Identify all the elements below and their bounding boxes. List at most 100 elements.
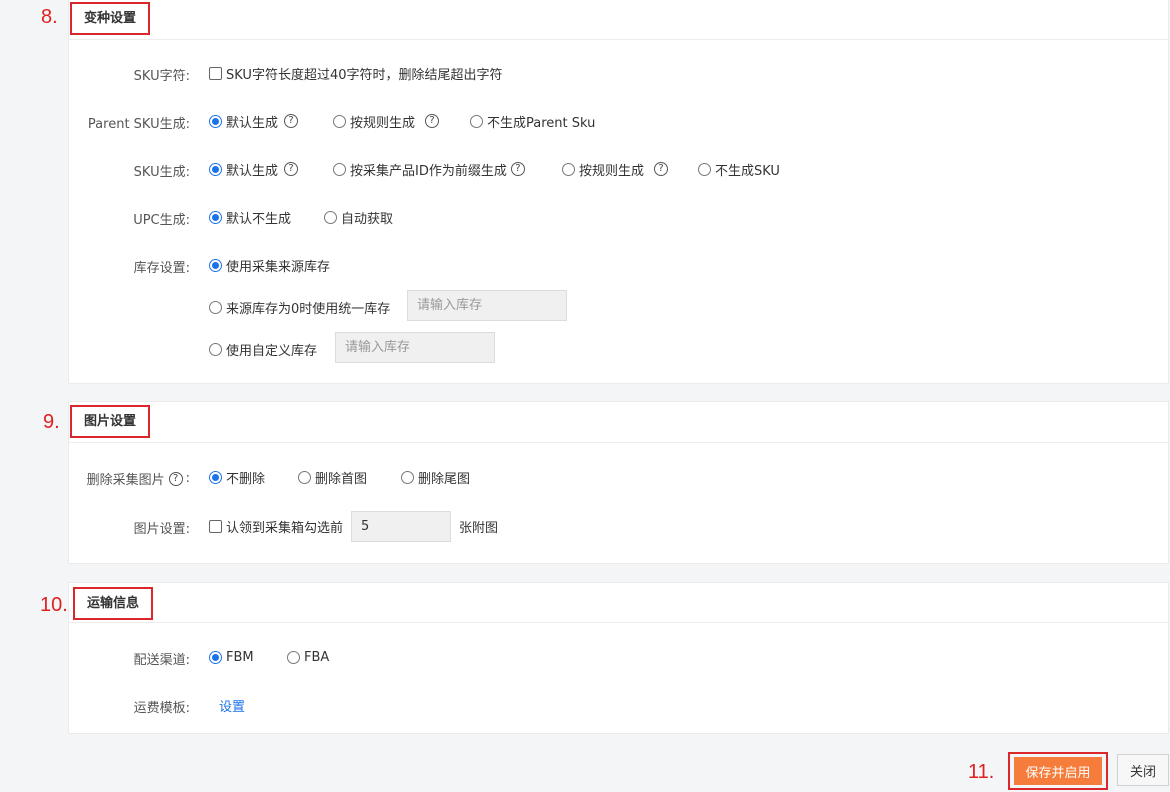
sku-chars-label: SKU字符: bbox=[133, 69, 190, 84]
variant-settings-header: 变种设置 bbox=[69, 0, 1168, 40]
upc-label: UPC生成: bbox=[133, 213, 190, 228]
radio-icon bbox=[287, 650, 300, 664]
image-setting-option-label: 认领到采集箱勾选前 bbox=[226, 520, 344, 536]
radio-checked-icon bbox=[209, 114, 222, 128]
checkbox-icon bbox=[209, 519, 222, 533]
image-setting-suffix: 张附图 bbox=[459, 520, 499, 536]
sku-gen-radio-prefix[interactable]: 按采集产品ID作为前缀生成 ? bbox=[333, 159, 525, 179]
parent-sku-radio-rule[interactable]: 按规则生成 ? bbox=[333, 111, 440, 131]
delete-image-label-group: 删除采集图片 ? : bbox=[87, 469, 190, 488]
parent-sku-radio-none[interactable]: 不生成Parent Sku bbox=[470, 111, 595, 131]
shipping-panel: 运输信息 配送渠道: FBM FBA 运费模板: 设置 bbox=[68, 582, 1169, 734]
radio-icon bbox=[209, 342, 222, 356]
parent-sku-row: Parent SKU生成: 默认生成 ? 按规则生成 ? 不生成Parent S… bbox=[69, 111, 1168, 132]
freight-template-settings-link[interactable]: 设置 bbox=[219, 695, 245, 715]
step-number-9: 9. bbox=[43, 411, 60, 433]
channel-option-label: FBM bbox=[226, 649, 254, 665]
delivery-channel-label: 配送渠道: bbox=[133, 653, 190, 668]
parent-sku-radio-default[interactable]: 默认生成 ? bbox=[209, 111, 299, 131]
radio-checked-icon bbox=[209, 650, 222, 664]
help-icon[interactable]: ? bbox=[654, 162, 669, 176]
stock-radio-custom[interactable]: 使用自定义库存 bbox=[209, 339, 317, 359]
stock-label: 库存设置: bbox=[133, 261, 190, 276]
shipping-title: 运输信息 bbox=[73, 587, 154, 620]
variant-settings-panel: 变种设置 SKU字符: SKU字符长度超过40字符时，删除结尾超出字符 Pare… bbox=[68, 0, 1169, 384]
parent-sku-label: Parent SKU生成: bbox=[87, 117, 190, 132]
help-icon[interactable]: ? bbox=[284, 162, 299, 176]
shipping-header: 运输信息 bbox=[69, 583, 1168, 623]
sku-gen-radio-rule[interactable]: 按规则生成 ? bbox=[562, 159, 669, 179]
radio-icon bbox=[298, 470, 311, 484]
radio-checked-icon bbox=[209, 470, 222, 484]
parent-sku-option-label: 不生成Parent Sku bbox=[487, 115, 596, 131]
channel-radio-fba[interactable]: FBA bbox=[287, 647, 329, 667]
sku-gen-radio-none[interactable]: 不生成SKU bbox=[698, 159, 780, 179]
radio-icon bbox=[333, 114, 346, 128]
sku-chars-option-label: SKU字符长度超过40字符时，删除结尾超出字符 bbox=[226, 67, 503, 83]
help-icon[interactable]: ? bbox=[425, 114, 440, 128]
channel-option-label: FBA bbox=[304, 649, 330, 665]
custom-stock-input[interactable]: 请输入库存 bbox=[335, 332, 495, 363]
upc-radio-auto[interactable]: 自动获取 bbox=[324, 207, 393, 227]
stock-option-label: 使用采集来源库存 bbox=[226, 259, 331, 275]
stock-radio-unified[interactable]: 来源库存为0时使用统一库存 bbox=[209, 297, 390, 317]
stock-option-label: 使用自定义库存 bbox=[226, 343, 318, 359]
delivery-channel-row: 配送渠道: FBM FBA bbox=[69, 647, 1168, 669]
image-settings-title: 图片设置 bbox=[70, 405, 151, 438]
image-setting-checkbox[interactable]: 认领到采集箱勾选前 bbox=[209, 516, 343, 536]
variant-settings-title: 变种设置 bbox=[70, 2, 151, 35]
radio-checked-icon bbox=[209, 258, 222, 272]
stock-row: 库存设置: 使用采集来源库存 bbox=[69, 255, 1168, 276]
sku-gen-row: SKU生成: 默认生成 ? 按采集产品ID作为前缀生成 ? 按规则生成 ? 不生… bbox=[69, 159, 1168, 180]
image-setting-label: 图片设置: bbox=[133, 522, 190, 537]
radio-icon bbox=[324, 210, 337, 224]
image-settings-header: 图片设置 bbox=[69, 402, 1168, 443]
radio-icon bbox=[333, 162, 346, 176]
upc-radio-none[interactable]: 默认不生成 bbox=[209, 207, 291, 227]
delete-image-option-label: 不删除 bbox=[226, 471, 266, 487]
sku-gen-label: SKU生成: bbox=[133, 165, 190, 180]
step-number-8: 8. bbox=[41, 6, 58, 28]
step-number-10: 10. bbox=[40, 594, 68, 616]
save-and-enable-button[interactable]: 保存并启用 bbox=[1014, 757, 1102, 785]
stock-radio-source[interactable]: 使用采集来源库存 bbox=[209, 255, 330, 275]
delete-image-radio-none[interactable]: 不删除 bbox=[209, 467, 265, 487]
image-settings-panel: 图片设置 删除采集图片 ? : 不删除 删除首图 删除尾图 图片设置: 认领到采… bbox=[68, 401, 1169, 564]
radio-icon bbox=[470, 114, 483, 128]
delete-image-radio-last[interactable]: 删除尾图 bbox=[401, 467, 470, 487]
parent-sku-option-label: 默认生成 bbox=[226, 115, 279, 131]
attached-image-count-input[interactable]: 5 bbox=[351, 511, 451, 542]
freight-template-label: 运费模板: bbox=[133, 701, 190, 716]
delete-image-label: 删除采集图片 bbox=[86, 473, 165, 488]
image-setting-row: 图片设置: 认领到采集箱勾选前 张附图 bbox=[69, 516, 1168, 537]
stock-row-custom: 使用自定义库存 bbox=[69, 339, 1168, 359]
radio-icon bbox=[401, 470, 414, 484]
upc-option-label: 默认不生成 bbox=[226, 211, 292, 227]
sku-gen-option-label: 不生成SKU bbox=[715, 163, 780, 179]
delete-image-radio-first[interactable]: 删除首图 bbox=[298, 467, 367, 487]
delete-image-row: 删除采集图片 ? : 不删除 删除首图 删除尾图 bbox=[69, 467, 1168, 488]
radio-icon bbox=[698, 162, 711, 176]
sku-chars-row: SKU字符: SKU字符长度超过40字符时，删除结尾超出字符 bbox=[69, 63, 1168, 84]
delete-image-option-label: 删除首图 bbox=[315, 471, 368, 487]
stock-row-unified: 来源库存为0时使用统一库存 bbox=[69, 297, 1168, 317]
upc-row: UPC生成: 默认不生成 自动获取 bbox=[69, 207, 1168, 228]
sku-gen-option-label: 按采集产品ID作为前缀生成 bbox=[350, 163, 507, 179]
checkbox-icon bbox=[209, 66, 222, 80]
sku-gen-radio-default[interactable]: 默认生成 ? bbox=[209, 159, 299, 179]
upc-option-label: 自动获取 bbox=[341, 211, 394, 227]
help-icon[interactable]: ? bbox=[284, 114, 299, 128]
channel-radio-fbm[interactable]: FBM bbox=[209, 647, 254, 667]
freight-template-row: 运费模板: 设置 bbox=[69, 695, 1168, 717]
radio-checked-icon bbox=[209, 210, 222, 224]
help-icon[interactable]: ? bbox=[510, 162, 525, 176]
save-button-highlight: 保存并启用 bbox=[1008, 752, 1108, 790]
unified-stock-input[interactable]: 请输入库存 bbox=[407, 290, 567, 321]
stock-option-label: 来源库存为0时使用统一库存 bbox=[226, 301, 391, 317]
radio-checked-icon bbox=[209, 162, 222, 176]
sku-chars-checkbox[interactable]: SKU字符长度超过40字符时，删除结尾超出字符 bbox=[209, 63, 503, 83]
sku-gen-option-label: 按规则生成 bbox=[579, 163, 645, 179]
close-button[interactable]: 关闭 bbox=[1117, 754, 1169, 786]
help-icon[interactable]: ? bbox=[168, 471, 183, 486]
parent-sku-option-label: 按规则生成 bbox=[350, 115, 416, 131]
